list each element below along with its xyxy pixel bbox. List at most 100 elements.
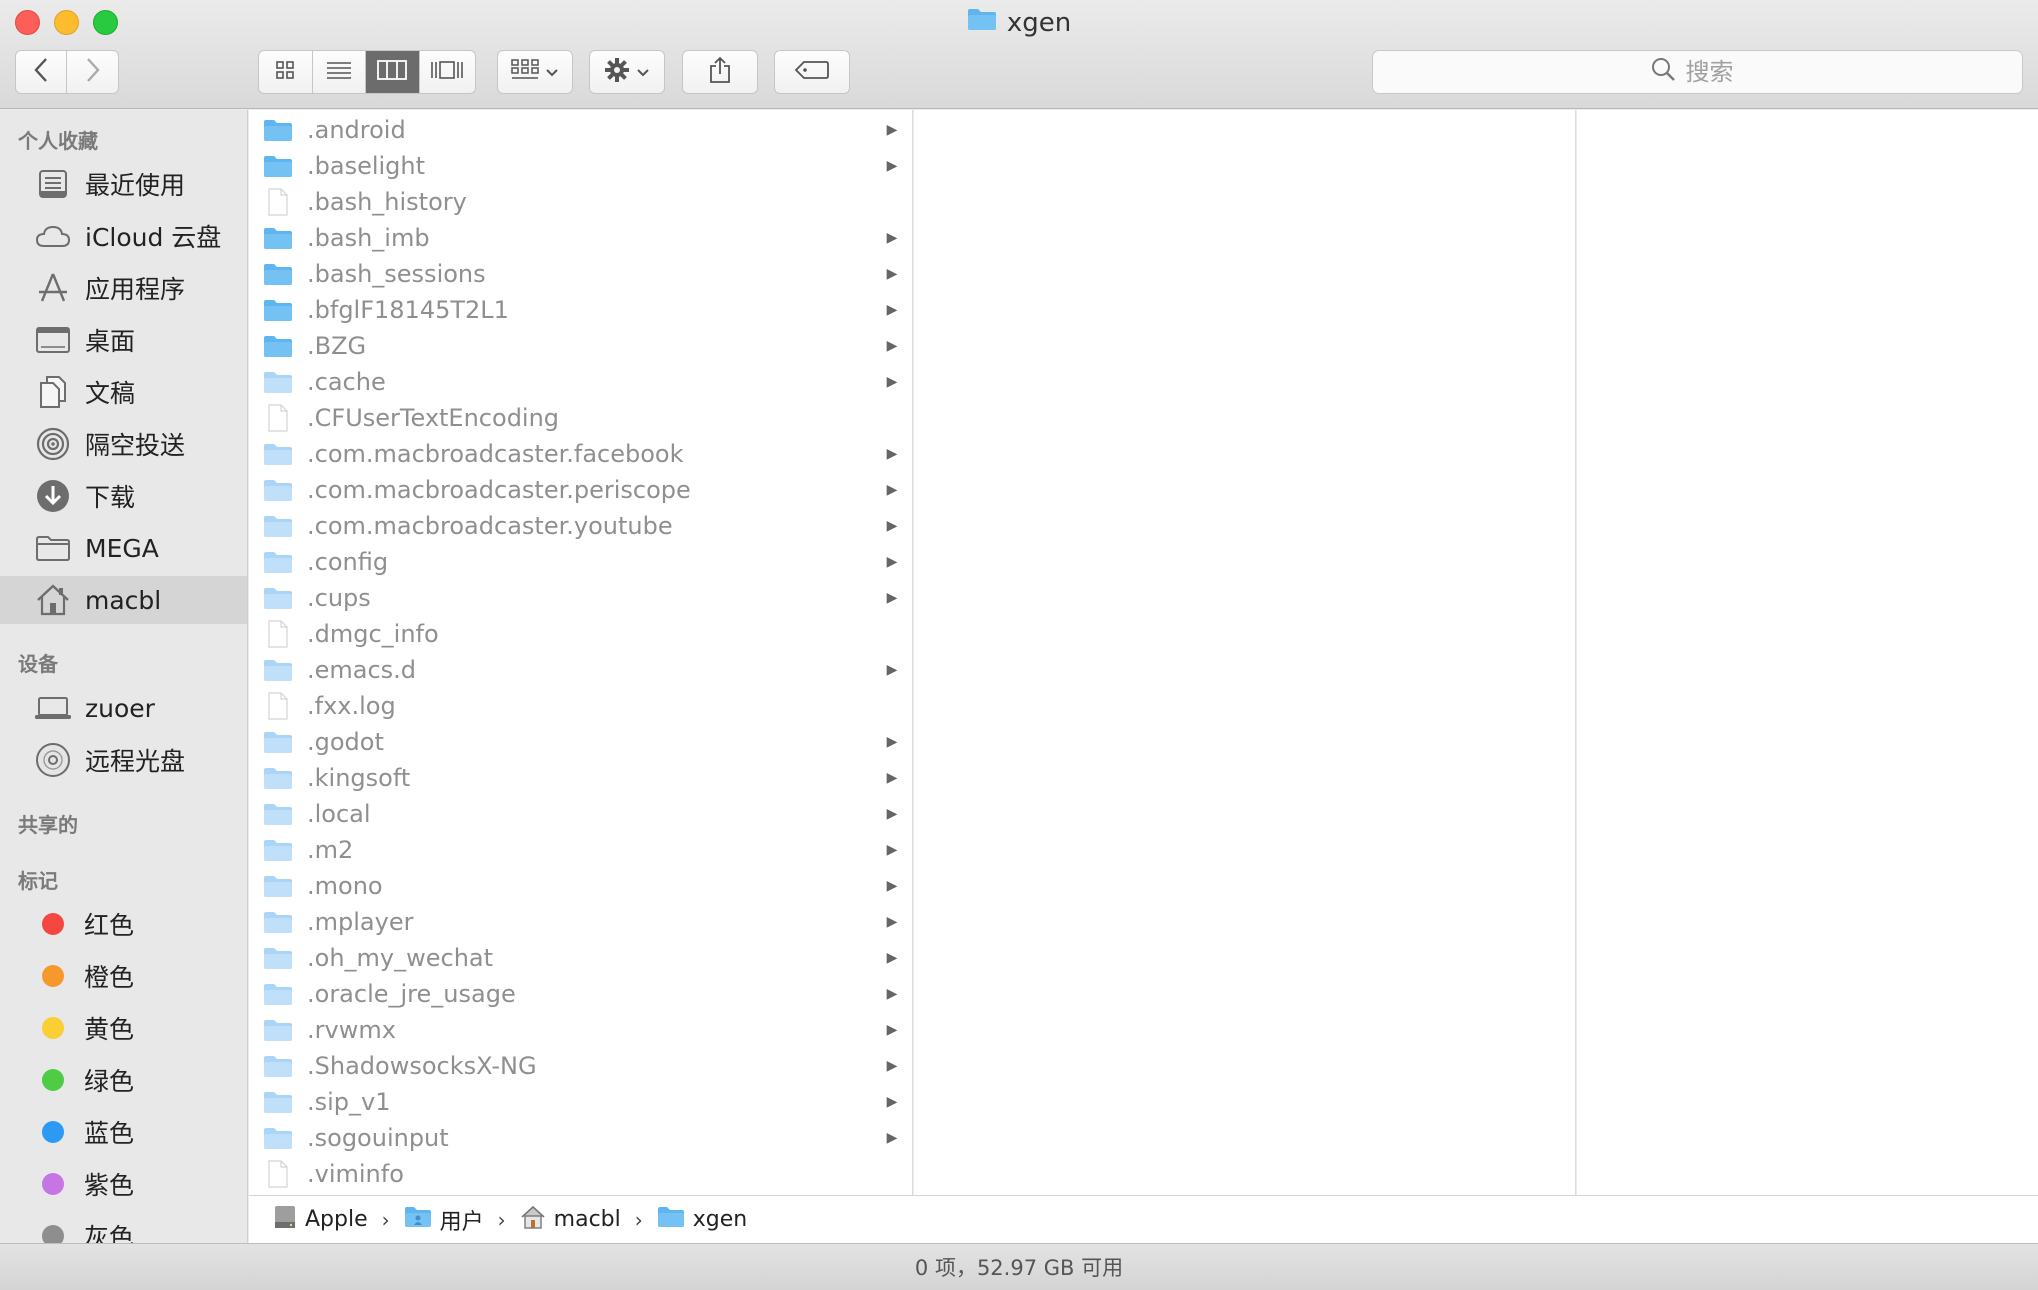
tag-icon bbox=[794, 60, 830, 84]
path-crumb-apple[interactable]: Apple bbox=[273, 1204, 368, 1236]
file-name: .emacs.d bbox=[307, 656, 417, 684]
disclosure-arrow-icon: ▶ bbox=[886, 1130, 898, 1146]
folder-row[interactable]: .mplayer ▶ bbox=[249, 904, 912, 940]
sidebar-item-label: 文稿 bbox=[85, 379, 136, 408]
sidebar-tag-green[interactable]: 绿色 bbox=[0, 1056, 247, 1104]
arrange-button[interactable] bbox=[497, 50, 573, 94]
sidebar-header-shared: 共享的 bbox=[18, 813, 78, 837]
folder-row[interactable]: .com.macbroadcaster.youtube ▶ bbox=[249, 508, 912, 544]
sidebar-tag-yellow[interactable]: 黄色 bbox=[0, 1004, 247, 1052]
forward-button[interactable] bbox=[67, 51, 118, 93]
sidebar-tag-gray[interactable]: 灰色 bbox=[0, 1212, 247, 1243]
edit-tags-button[interactable] bbox=[774, 50, 850, 94]
sidebar-item-label: 紫色 bbox=[84, 1171, 135, 1200]
sidebar-item-label: 下载 bbox=[85, 483, 136, 512]
sidebar-tag-orange[interactable]: 橙色 bbox=[0, 952, 247, 1000]
folder-row[interactable]: .com.macbroadcaster.periscope ▶ bbox=[249, 472, 912, 508]
icon-view-button[interactable] bbox=[259, 51, 313, 93]
folder-row[interactable]: .ShadowsocksX-NG ▶ bbox=[249, 1048, 912, 1084]
cover-flow-button[interactable] bbox=[420, 51, 475, 93]
folder-icon bbox=[263, 874, 293, 898]
file-name: .dmgc_info bbox=[307, 620, 439, 648]
folder-row[interactable]: .baselight ▶ bbox=[249, 148, 912, 184]
disclosure-arrow-icon: ▶ bbox=[886, 1058, 898, 1074]
window-title-area: xgen bbox=[0, 6, 2038, 40]
folder-row[interactable]: .m2 ▶ bbox=[249, 832, 912, 868]
folder-icon bbox=[263, 370, 293, 394]
sidebar-item-zuoer[interactable]: zuoer bbox=[0, 684, 247, 732]
file-name: .sogouinput bbox=[307, 1124, 449, 1152]
folder-icon bbox=[263, 118, 293, 142]
file-column-xgen[interactable] bbox=[914, 110, 1576, 1195]
folder-row[interactable]: .bash_sessions ▶ bbox=[249, 256, 912, 292]
sidebar-item-desktop[interactable]: 桌面 bbox=[0, 316, 247, 364]
file-row[interactable]: .CFUserTextEncoding bbox=[249, 400, 912, 436]
folder-row[interactable]: .bfglF18145T2L1 ▶ bbox=[249, 292, 912, 328]
share-icon bbox=[708, 56, 732, 88]
folder-icon bbox=[263, 262, 293, 286]
folder-row[interactable]: .rvwmx ▶ bbox=[249, 1012, 912, 1048]
list-view-button[interactable] bbox=[313, 51, 366, 93]
sidebar-item-mega[interactable]: MEGA bbox=[0, 524, 247, 572]
sidebar-tag-red[interactable]: 红色 bbox=[0, 900, 247, 948]
disclosure-arrow-icon: ▶ bbox=[886, 230, 898, 246]
path-crumb-users[interactable]: 用户 bbox=[404, 1204, 484, 1236]
sidebar-item-documents[interactable]: 文稿 bbox=[0, 368, 247, 416]
folder-row[interactable]: .bash_imb ▶ bbox=[249, 220, 912, 256]
file-row[interactable]: .viminfo bbox=[249, 1156, 912, 1192]
folder-row[interactable]: .BZG ▶ bbox=[249, 328, 912, 364]
file-row[interactable]: .bash_history bbox=[249, 184, 912, 220]
path-separator: › bbox=[634, 1207, 643, 1232]
chevron-down-icon bbox=[636, 63, 650, 82]
sidebar-item-recents[interactable]: 最近使用 bbox=[0, 160, 247, 208]
folder-row[interactable]: .oh_my_wechat ▶ bbox=[249, 940, 912, 976]
sidebar-item-macbl[interactable]: macbl bbox=[0, 576, 247, 624]
folder-row[interactable]: .local ▶ bbox=[249, 796, 912, 832]
disclosure-arrow-icon: ▶ bbox=[886, 122, 898, 138]
folder-row[interactable]: .sogouinput ▶ bbox=[249, 1120, 912, 1156]
folder-row[interactable]: .mono ▶ bbox=[249, 868, 912, 904]
folder-row[interactable]: .sip_v1 ▶ bbox=[249, 1084, 912, 1120]
folder-icon bbox=[263, 730, 293, 754]
folder-row[interactable]: .android ▶ bbox=[249, 112, 912, 148]
file-name: .rvwmx bbox=[307, 1016, 396, 1044]
path-crumb-macbl[interactable]: macbl bbox=[520, 1205, 621, 1235]
file-name: .CFUserTextEncoding bbox=[307, 404, 560, 432]
folder-icon bbox=[33, 528, 73, 568]
folder-row[interactable]: .config ▶ bbox=[249, 544, 912, 580]
sidebar-item-icloud[interactable]: iCloud 云盘 bbox=[0, 212, 247, 260]
sidebar-item-applications[interactable]: 应用程序 bbox=[0, 264, 247, 312]
sidebar-header-devices: 设备 bbox=[18, 652, 58, 676]
folder-row[interactable]: .cache ▶ bbox=[249, 364, 912, 400]
file-row[interactable]: .dmgc_info bbox=[249, 616, 912, 652]
sidebar-item-airdrop[interactable]: 隔空投送 bbox=[0, 420, 247, 468]
recents-icon bbox=[33, 164, 73, 204]
file-column-home[interactable]: .android ▶ .baselight ▶ .bash_history .bash_i… bbox=[249, 110, 913, 1195]
disclosure-arrow-icon: ▶ bbox=[886, 554, 898, 570]
folder-row[interactable]: .cups ▶ bbox=[249, 580, 912, 616]
file-name: .sip_v1 bbox=[307, 1088, 391, 1116]
file-row[interactable]: .fxx.log bbox=[249, 688, 912, 724]
sidebar-tag-blue[interactable]: 蓝色 bbox=[0, 1108, 247, 1156]
sidebar-item-downloads[interactable]: 下载 bbox=[0, 472, 247, 520]
sidebar-item-label: zuoer bbox=[85, 693, 155, 723]
folder-row[interactable]: .com.macbroadcaster.facebook ▶ bbox=[249, 436, 912, 472]
search-field[interactable] bbox=[1372, 50, 2023, 94]
share-button[interactable] bbox=[682, 50, 758, 94]
disclosure-arrow-icon: ▶ bbox=[886, 302, 898, 318]
sidebar-header-tags: 标记 bbox=[18, 869, 58, 893]
disclosure-arrow-icon: ▶ bbox=[886, 590, 898, 606]
folder-row[interactable]: .emacs.d ▶ bbox=[249, 652, 912, 688]
icon-view-icon bbox=[275, 60, 295, 84]
sidebar-item-remote-disc[interactable]: 远程光盘 bbox=[0, 736, 247, 784]
path-crumb-xgen[interactable]: xgen bbox=[657, 1206, 747, 1234]
action-button[interactable] bbox=[589, 50, 665, 94]
folder-row[interactable]: .godot ▶ bbox=[249, 724, 912, 760]
document-icon bbox=[263, 404, 293, 432]
back-button[interactable] bbox=[16, 51, 68, 93]
folder-row[interactable]: .kingsoft ▶ bbox=[249, 760, 912, 796]
search-input[interactable] bbox=[1685, 58, 1746, 86]
column-view-button[interactable] bbox=[366, 51, 420, 93]
sidebar-tag-purple[interactable]: 紫色 bbox=[0, 1160, 247, 1208]
folder-row[interactable]: .oracle_jre_usage ▶ bbox=[249, 976, 912, 1012]
